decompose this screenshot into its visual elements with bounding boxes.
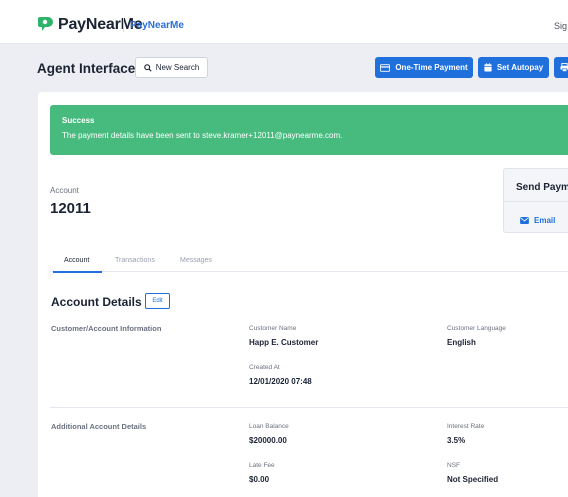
one-time-payment-button[interactable]: One-Time Payment (375, 57, 473, 78)
loan-balance-value: $20000.00 (249, 436, 287, 445)
additional-details-group-label: Additional Account Details (51, 422, 147, 431)
top-bar: PayNearMe PayNearMe Sig (0, 0, 568, 44)
section-divider (50, 407, 568, 408)
search-icon (143, 63, 152, 72)
created-at-label: Created At (249, 364, 280, 371)
new-search-button[interactable]: New Search (135, 57, 208, 78)
new-search-label: New Search (155, 63, 200, 72)
brand-sub-label: PayNearMe (130, 20, 184, 31)
customer-name-value: Happ E. Customer (249, 338, 319, 347)
customer-name-label: Customer Name (249, 325, 297, 332)
tab-transactions[interactable]: Transactions (115, 257, 155, 264)
nsf-value: Not Specified (447, 475, 499, 484)
late-fee-label: Late Fee (249, 462, 275, 469)
send-payment-panel: Send Paym Email (503, 168, 568, 233)
success-alert: Success The payment details have been se… (50, 105, 568, 155)
brand-divider (123, 18, 124, 32)
account-label: Account (50, 186, 79, 195)
set-autopay-button[interactable]: Set Autopay (478, 57, 549, 78)
page-title: Agent Interface (37, 61, 136, 76)
paynearme-logo-icon (38, 17, 53, 31)
credit-card-icon (380, 63, 391, 72)
send-payment-title: Send Paym (516, 182, 568, 193)
set-autopay-label: Set Autopay (496, 63, 544, 72)
created-at-value: 12/01/2020 07:48 (249, 377, 312, 386)
calendar-icon (484, 63, 492, 72)
customer-info-group-label: Customer/Account Information (51, 324, 162, 333)
send-email-label: Email (534, 216, 556, 225)
tab-account[interactable]: Account (64, 257, 89, 264)
interest-rate-value: 3.5% (447, 436, 466, 445)
edit-button[interactable]: Edit (145, 293, 170, 309)
customer-language-label: Customer Language (447, 325, 506, 332)
more-actions-button[interactable] (554, 57, 568, 78)
alert-title: Success (62, 116, 95, 125)
account-tabs: Account Transactions Messages (50, 252, 568, 273)
late-fee-value: $0.00 (249, 475, 270, 484)
send-email-button[interactable]: Email (520, 216, 555, 225)
send-panel-divider (504, 201, 568, 202)
interest-rate-label: Interest Rate (447, 423, 485, 430)
tab-messages[interactable]: Messages (180, 257, 212, 264)
customer-language-value: English (447, 338, 476, 347)
sign-in-link[interactable]: Sig (554, 21, 567, 31)
account-number: 12011 (50, 200, 91, 217)
envelope-icon (520, 217, 529, 224)
one-time-payment-label: One-Time Payment (395, 63, 468, 72)
nsf-label: NSF (447, 462, 460, 469)
loan-balance-label: Loan Balance (249, 423, 289, 430)
alert-message: The payment details have been sent to st… (62, 131, 343, 140)
account-details-title: Account Details (51, 295, 142, 309)
active-tab-indicator (53, 271, 102, 273)
printer-icon (560, 63, 568, 72)
